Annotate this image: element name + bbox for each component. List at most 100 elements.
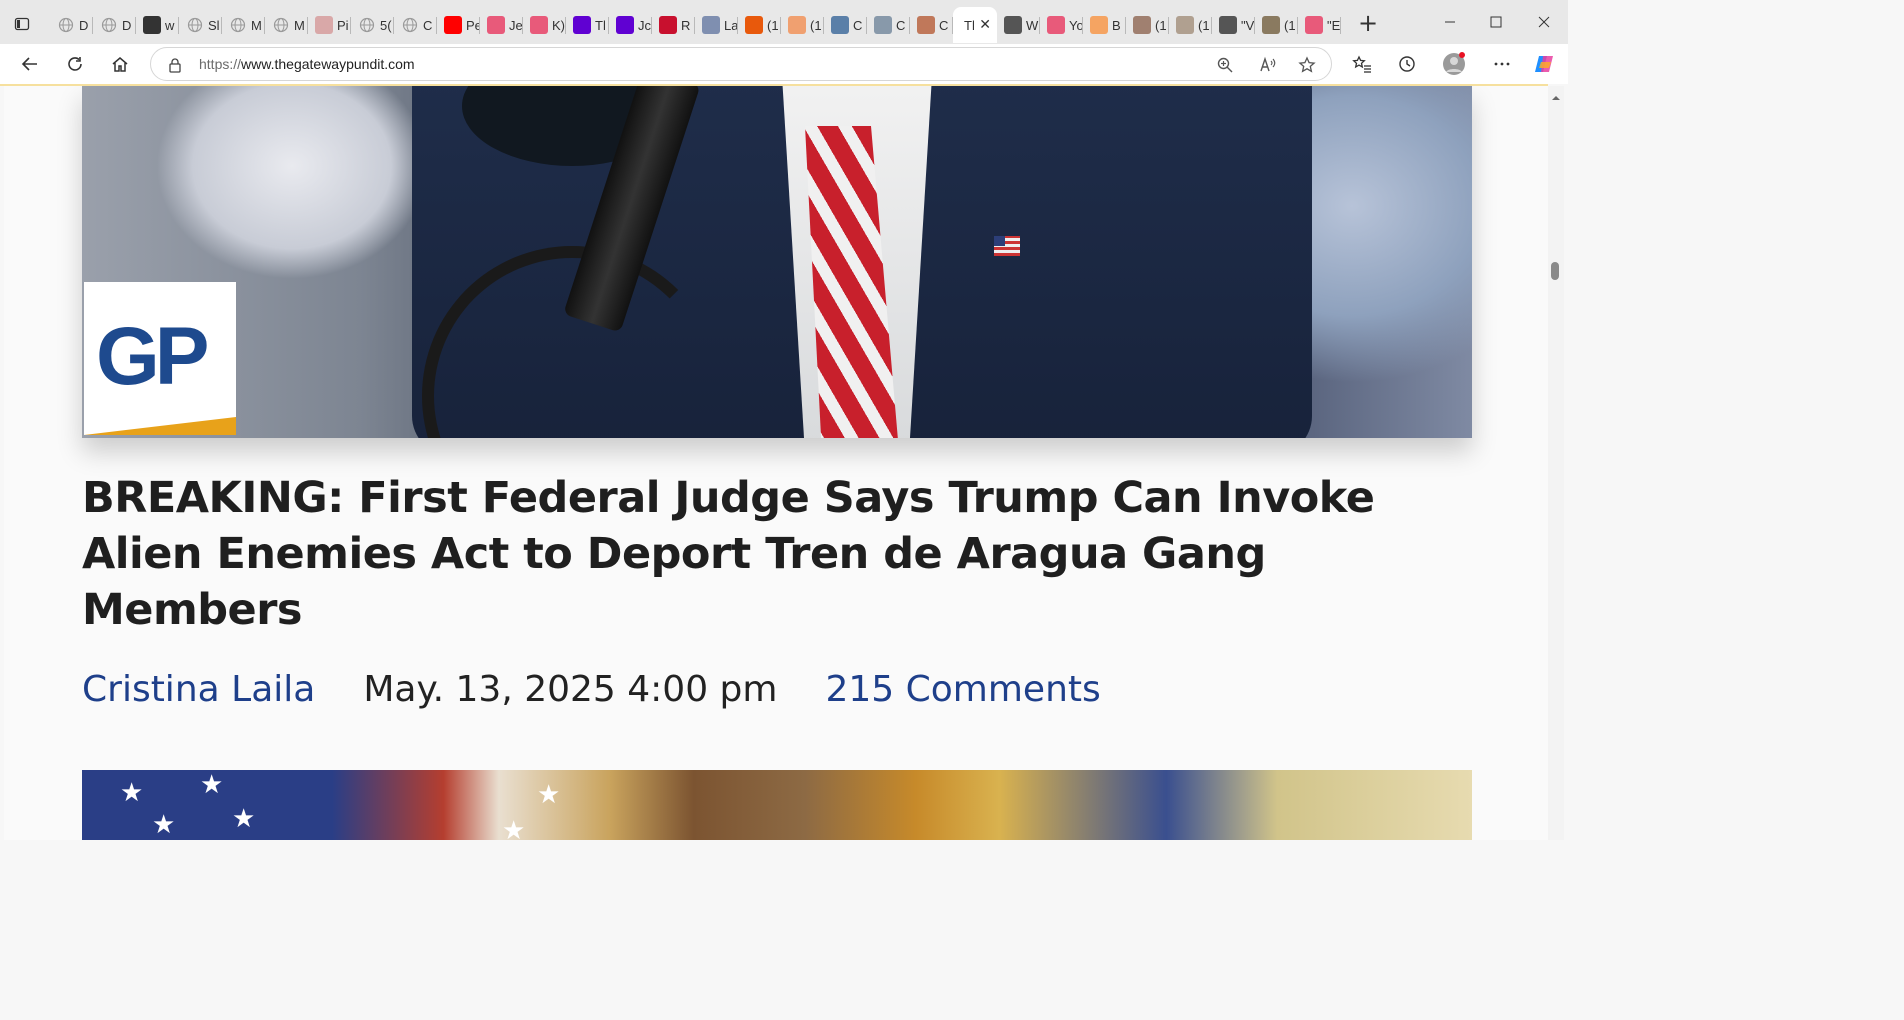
maximize-button[interactable] [1482,10,1510,34]
article-headline[interactable]: BREAKING: First Federal Judge Says Trump… [82,470,1402,638]
browser-tab[interactable]: Sl [179,7,222,43]
browser-tab[interactable]: C [867,7,910,43]
youtube-icon [487,16,505,34]
url-scheme: https:// [199,56,242,72]
new-tab-button[interactable]: + [1356,11,1380,36]
publish-date: May. 13, 2025 4:00 pm [363,668,778,710]
tab-label: w [165,17,175,33]
next-article-image[interactable]: ★ ★ ★ ★ ★ ★ [82,770,1472,840]
browser-tab[interactable]: M [222,7,265,43]
flag-pin-icon [994,236,1020,256]
tab-label: Tl [964,17,975,33]
tab-label: (1 [767,17,779,33]
browser-tab[interactable]: (1 [1126,7,1169,43]
browser-tab[interactable]: La [695,7,738,43]
zoom-icon[interactable] [1213,53,1237,77]
browser-tab[interactable]: K) [523,7,566,43]
globe-icon [401,16,419,34]
browser-tab[interactable]: (1 [781,7,824,43]
history-button[interactable] [1393,50,1421,78]
address-bar[interactable]: https://www.thegatewaypundit.com [150,47,1332,81]
youtube-icon [444,16,462,34]
browser-tab[interactable]: (1 [738,7,781,43]
browser-tab[interactable]: C [824,7,867,43]
star-icon: ★ [200,770,224,800]
globe-icon [186,16,204,34]
refresh-button[interactable] [61,50,89,78]
image-thumb-icon [702,16,720,34]
home-button[interactable] [106,50,134,78]
comments-link[interactable]: 215 Comments [825,669,1100,710]
browser-tab[interactable]: W [997,7,1040,43]
copilot-icon[interactable] [1530,50,1558,78]
scroll-up-arrow-icon[interactable] [1551,88,1561,100]
browser-tab[interactable]: Pi [308,7,351,43]
author-link[interactable]: Cristina Laila [82,669,315,710]
minimize-button[interactable] [1436,10,1464,34]
browser-tab[interactable]: C [394,7,437,43]
star-icon: ★ [232,804,256,834]
read-aloud-icon[interactable] [1255,53,1279,77]
lock-icon[interactable] [163,53,187,77]
close-window-button[interactable] [1530,10,1558,34]
scrollbar-thumb[interactable] [1551,262,1559,280]
browser-tab[interactable]: Yo [1040,7,1083,43]
tab-label: Je [509,17,523,33]
star-icon: ★ [502,816,526,840]
close-tab-icon[interactable]: ✕ [979,17,991,33]
browser-tab[interactable]: Tl [566,7,609,43]
url-host: www.thegatewaypundit.com [241,56,415,72]
browser-tab[interactable]: C [910,7,953,43]
favorite-star-icon[interactable] [1295,53,1319,77]
tab-label: Pi [337,17,349,33]
profile-avatar[interactable] [1440,50,1468,78]
browser-tab[interactable]: Pe [437,7,480,43]
more-options-button[interactable] [1488,50,1516,78]
browser-tab[interactable]: w [136,7,179,43]
article-meta: Cristina Laila May. 13, 2025 4:00 pm 215… [82,664,1101,714]
globe-icon [229,16,247,34]
browser-tab[interactable]: Je [480,7,523,43]
globe-icon [272,16,290,34]
browser-tab[interactable]: Jc [609,7,652,43]
browser-tab[interactable]: (1 [1169,7,1212,43]
tab-label: Yo [1069,17,1083,33]
browser-tab[interactable]: "V [1212,7,1255,43]
tab-actions-menu-icon[interactable] [10,12,34,36]
image-thumb-icon [1176,16,1194,34]
browser-tab[interactable]: D [93,7,136,43]
pdf-icon [315,16,333,34]
tab-label: D [122,17,132,33]
image-thumb-icon [917,16,935,34]
tab-label: C [423,17,433,33]
featured-image[interactable]: GP [82,86,1472,438]
globe-icon [100,16,118,34]
blogger-icon [1090,16,1108,34]
tab-label: "V [1241,17,1255,33]
r-logo-icon [1219,16,1237,34]
url-text: https://www.thegatewaypundit.com [199,56,415,72]
p-logo-icon [659,16,677,34]
browser-tab[interactable]: D [50,7,93,43]
tab-label: R [681,17,691,33]
favorites-button[interactable] [1348,50,1376,78]
tab-label: C [853,17,863,33]
tab-label: K) [552,17,565,33]
browser-tab[interactable]: B [1083,7,1126,43]
browser-tab[interactable]: R [652,7,695,43]
image-thumb-icon [1262,16,1280,34]
browser-tab[interactable]: "E [1298,7,1341,43]
browser-tab[interactable]: (1 [1255,7,1298,43]
bookmark-orange-icon [745,16,763,34]
tab-label: 5( [380,17,392,33]
tab-label: B [1112,17,1121,33]
browser-tab[interactable]: M [265,7,308,43]
browser-tab[interactable]: Tl ✕ [953,7,997,43]
tab-label: Pe [466,17,480,33]
site-logo: GP [84,282,236,435]
back-button[interactable] [16,50,44,78]
globe-icon [57,16,75,34]
browser-tab[interactable]: 5( [351,7,394,43]
youtube-icon [1047,16,1065,34]
scrollbar-track[interactable] [1548,86,1564,840]
